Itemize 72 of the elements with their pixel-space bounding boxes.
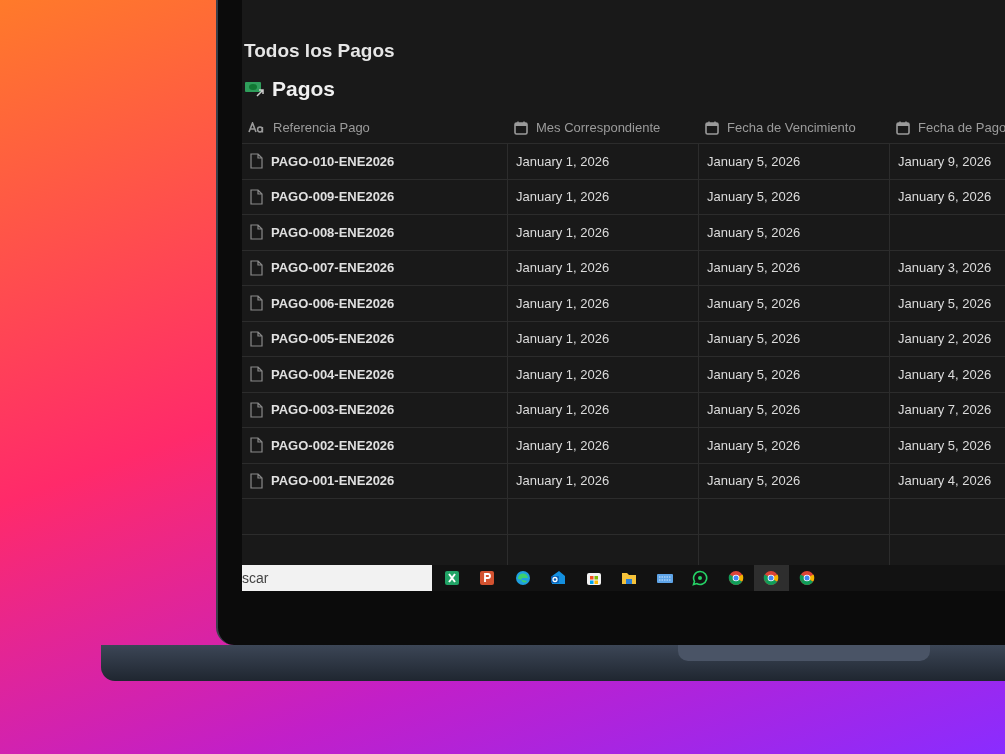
folder-icon bbox=[621, 570, 638, 586]
page-icon bbox=[250, 188, 263, 205]
date-cell: January 5, 2026 bbox=[898, 295, 992, 311]
page-title-link[interactable]: PAGO-003-ENE2026 bbox=[271, 402, 395, 418]
column-header[interactable]: Fecha de Vencimiento bbox=[699, 112, 890, 143]
text-type-icon bbox=[248, 122, 265, 133]
taskbar-app[interactable] bbox=[753, 565, 789, 591]
date-cell: January 7, 2026 bbox=[898, 402, 992, 418]
calendar-icon bbox=[896, 120, 910, 135]
date-cell: January 1, 2026 bbox=[516, 366, 610, 382]
browser-icon bbox=[763, 570, 780, 586]
page-icon bbox=[250, 366, 263, 383]
page-icon bbox=[250, 401, 263, 418]
date-cell: January 5, 2026 bbox=[707, 402, 801, 418]
date-cell: January 1, 2026 bbox=[516, 295, 610, 311]
database-title: Pagos bbox=[272, 77, 336, 101]
date-cell: January 5, 2026 bbox=[707, 331, 801, 347]
date-cell: January 1, 2026 bbox=[516, 224, 610, 240]
column-header[interactable]: Referencia Pago bbox=[242, 112, 508, 143]
date-cell: January 2, 2026 bbox=[898, 331, 992, 347]
date-cell: January 5, 2026 bbox=[707, 260, 801, 276]
page-title-link[interactable]: PAGO-010-ENE2026 bbox=[271, 153, 395, 169]
presentation-icon bbox=[479, 570, 496, 586]
date-cell: January 4, 2026 bbox=[898, 473, 992, 489]
page-icon bbox=[250, 224, 263, 241]
search-field[interactable]: scar bbox=[242, 565, 432, 591]
date-cell: January 1, 2026 bbox=[516, 153, 610, 169]
date-cell: January 5, 2026 bbox=[707, 295, 801, 311]
spreadsheet-icon bbox=[443, 570, 460, 586]
calendar-icon bbox=[514, 120, 528, 135]
date-cell: January 5, 2026 bbox=[707, 224, 801, 240]
section-title: Todos los Pagos bbox=[243, 40, 396, 63]
column-header[interactable]: Fecha de Pago bbox=[890, 112, 1005, 143]
date-cell: January 5, 2026 bbox=[898, 437, 992, 453]
page-title-link[interactable]: PAGO-006-ENE2026 bbox=[271, 295, 395, 311]
date-cell: January 6, 2026 bbox=[898, 189, 992, 205]
date-cell: January 1, 2026 bbox=[516, 260, 610, 276]
date-cell: January 5, 2026 bbox=[707, 189, 801, 205]
date-cell: January 1, 2026 bbox=[516, 473, 610, 489]
browser-icon bbox=[727, 570, 744, 586]
mail-icon bbox=[550, 570, 567, 586]
page-title-link[interactable]: PAGO-001-ENE2026 bbox=[271, 473, 395, 489]
page-icon bbox=[250, 153, 263, 170]
page-title-link[interactable]: PAGO-008-ENE2026 bbox=[271, 224, 395, 240]
page-icon bbox=[250, 330, 263, 347]
page-icon bbox=[250, 259, 263, 276]
page-title-link[interactable]: PAGO-007-ENE2026 bbox=[271, 260, 395, 276]
page-icon bbox=[250, 472, 263, 489]
date-cell: January 5, 2026 bbox=[707, 366, 801, 382]
date-cell: January 5, 2026 bbox=[707, 153, 801, 169]
date-cell: January 5, 2026 bbox=[707, 473, 801, 489]
page-title-link[interactable]: PAGO-009-ENE2026 bbox=[271, 189, 395, 205]
page-icon bbox=[250, 437, 263, 454]
page-title-link[interactable]: PAGO-002-ENE2026 bbox=[271, 437, 395, 453]
chat-icon bbox=[692, 570, 709, 586]
date-cell: January 1, 2026 bbox=[516, 402, 610, 418]
money-icon bbox=[244, 80, 266, 98]
date-cell: January 9, 2026 bbox=[898, 153, 992, 169]
store-icon bbox=[585, 570, 602, 586]
date-cell: January 1, 2026 bbox=[516, 331, 610, 347]
date-cell: January 3, 2026 bbox=[898, 260, 992, 276]
page-title-link[interactable]: PAGO-004-ENE2026 bbox=[271, 366, 395, 382]
calendar-icon bbox=[705, 120, 719, 135]
column-header[interactable]: Mes Correspondiente bbox=[508, 112, 699, 143]
page-icon bbox=[250, 295, 263, 312]
browser-icon bbox=[798, 570, 815, 586]
date-cell: January 5, 2026 bbox=[707, 437, 801, 453]
date-cell: January 1, 2026 bbox=[516, 437, 610, 453]
date-cell: January 4, 2026 bbox=[898, 366, 992, 382]
browser-icon bbox=[514, 570, 531, 586]
date-cell: January 1, 2026 bbox=[516, 189, 610, 205]
page-title-link[interactable]: PAGO-005-ENE2026 bbox=[271, 331, 395, 347]
